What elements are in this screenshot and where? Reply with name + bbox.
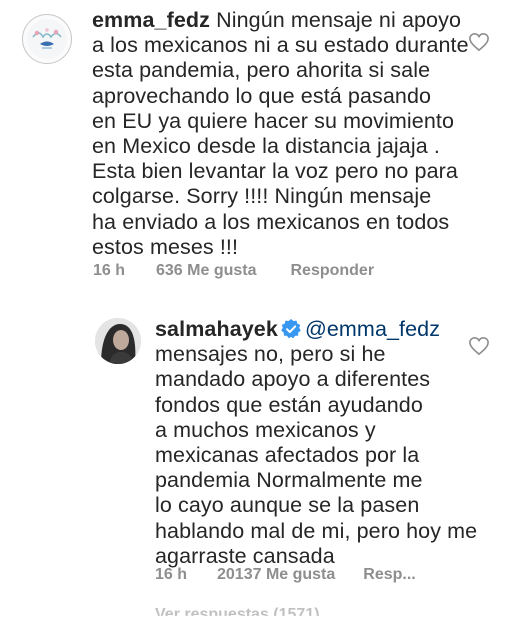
comment-body: Ningún mensaje ni apoyo a los mexicanos … [92, 8, 469, 259]
timestamp: 16 h [155, 566, 188, 583]
comment-text: salmahayek @emma_fedz mensajes no, pero s… [155, 317, 485, 569]
avatar[interactable] [95, 318, 141, 364]
username[interactable]: salmahayek [155, 317, 278, 341]
flower-logo-icon [27, 19, 67, 59]
reply-button[interactable]: Responder [290, 262, 374, 280]
comment-meta: 16 h 636 Me gusta Responder [93, 262, 374, 280]
like-count[interactable]: 20137 Me gusta [217, 566, 335, 584]
timestamp: 16 h [93, 262, 126, 279]
avatar[interactable] [22, 14, 72, 64]
comment-text: emma_fedz Ningún mensaje ni apoyo a los … [92, 8, 502, 260]
comment-body: mensajes no, pero si he mandado apoyo a … [155, 342, 478, 568]
profile-photo-icon [95, 318, 141, 364]
view-replies-link[interactable]: Ver respuestas (1571) [155, 606, 320, 616]
username[interactable]: emma_fedz [92, 8, 210, 32]
reply-button[interactable]: Resp... [363, 566, 415, 584]
mention-link[interactable]: @emma_fedz [305, 317, 440, 341]
heart-icon[interactable] [468, 32, 490, 52]
like-count[interactable]: 636 Me gusta [156, 262, 256, 280]
heart-icon[interactable] [468, 336, 490, 356]
comment-meta: 16 h 20137 Me gusta Resp... [155, 566, 416, 584]
verified-badge-icon [281, 319, 301, 339]
